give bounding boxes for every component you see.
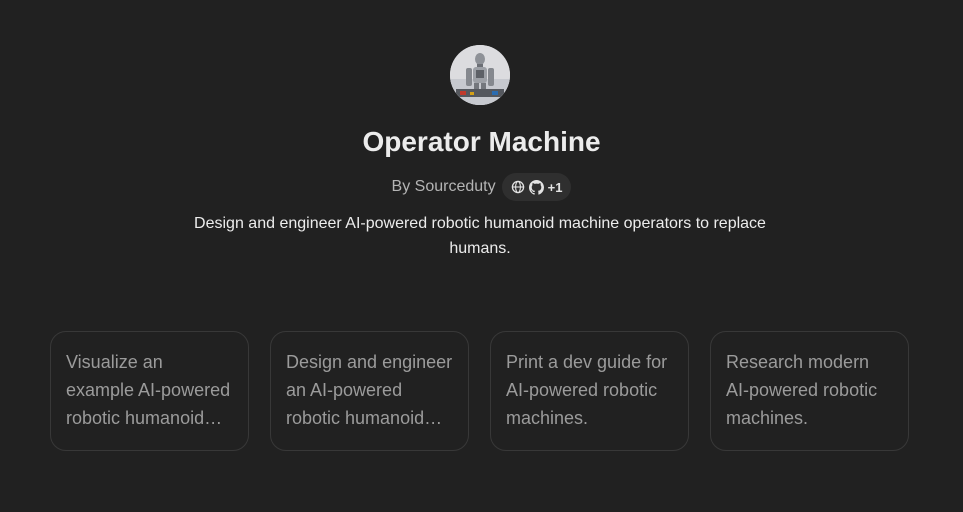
starter-text: Design and engineer an AI-powered roboti… [286,352,453,428]
author-byline: By Sourceduty +1 [0,173,963,201]
gpt-title: Operator Machine [362,126,601,157]
conversation-starters: Visualize an example AI-powered robotic … [50,331,909,451]
gpt-avatar [450,45,510,105]
gpt-description: Design and engineer AI-powered robotic h… [194,215,766,257]
author-label: By Sourceduty [392,173,496,201]
starter-text: Print a dev guide for AI-powered robotic… [506,352,668,428]
starter-card[interactable]: Visualize an example AI-powered robotic … [50,331,249,451]
globe-icon [511,180,524,194]
author-prefix: By [391,178,411,195]
starter-text: Research modern AI-powered robotic machi… [726,352,878,428]
links-count: +1 [547,179,563,195]
starter-text: Visualize an example AI-powered robotic … [66,352,231,428]
starter-card[interactable]: Research modern AI-powered robotic machi… [710,331,909,451]
gpt-landing: Operator Machine By Sourceduty +1 Design… [0,0,963,512]
robot-avatar-icon [450,45,510,105]
author-name: Sourceduty [414,178,496,195]
github-icon [528,179,544,195]
starter-card[interactable]: Print a dev guide for AI-powered robotic… [490,331,689,451]
starter-card[interactable]: Design and engineer an AI-powered roboti… [270,331,469,451]
author-links-button[interactable]: +1 [501,173,572,201]
